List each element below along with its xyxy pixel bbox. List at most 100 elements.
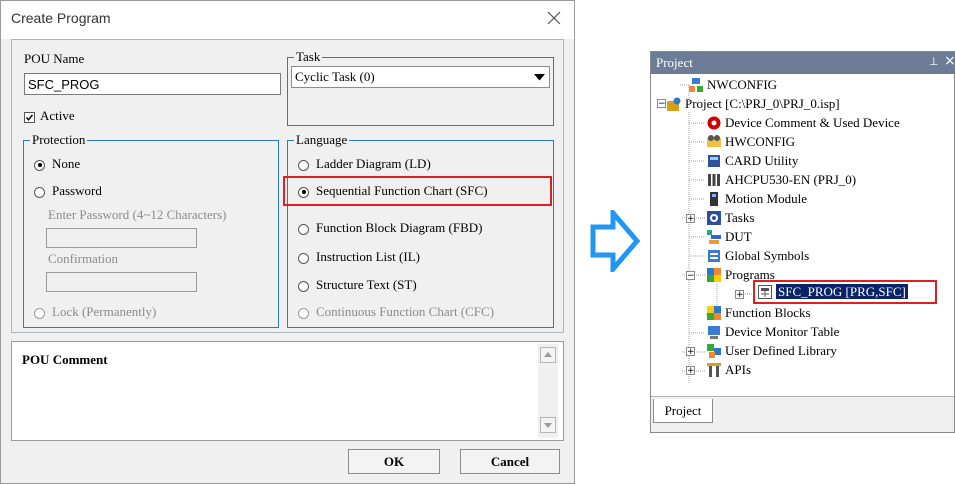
language-option-cfc[interactable]: Continuous Function Chart (CFC) bbox=[298, 304, 494, 320]
protection-lock-radio[interactable]: Lock (Permanently) bbox=[34, 304, 156, 320]
tasks-icon bbox=[707, 211, 721, 225]
project-tab[interactable]: Project bbox=[653, 399, 713, 423]
user-library-icon bbox=[707, 344, 721, 358]
tree-item-motion-module[interactable]: Motion Module bbox=[707, 190, 807, 208]
radio-selected-icon bbox=[34, 159, 45, 171]
protection-password-label: Password bbox=[52, 183, 102, 198]
tree-item-sfc-prog[interactable]: SFC_PROG [PRG,SFC] bbox=[758, 283, 908, 301]
function-blocks-icon bbox=[707, 306, 721, 320]
tree-item-dut[interactable]: DUT bbox=[707, 228, 752, 246]
ok-button[interactable]: OK bbox=[348, 449, 440, 474]
pou-comment-label: POU Comment bbox=[22, 352, 108, 367]
close-panel-icon[interactable]: × bbox=[944, 53, 955, 69]
protection-none-radio[interactable]: None bbox=[34, 156, 80, 172]
tree-item-device-comment[interactable]: Device Comment & Used Device bbox=[707, 114, 900, 132]
project-panel: Project ⊥ × − + − + + + NWCONFIG Project… bbox=[650, 51, 955, 433]
expand-apis-icon[interactable]: + bbox=[686, 366, 695, 376]
active-checkbox[interactable]: Active bbox=[24, 108, 75, 124]
create-program-dialog: Create Program POU Name Active Task Cycl… bbox=[0, 0, 575, 484]
language-group-label: Language bbox=[294, 132, 350, 148]
tree-item-user-library[interactable]: User Defined Library bbox=[707, 342, 837, 360]
pou-name-input[interactable] bbox=[24, 73, 281, 95]
comment-scrollbar[interactable] bbox=[538, 344, 558, 438]
expand-tasks-icon[interactable]: + bbox=[686, 214, 695, 224]
language-option-ld[interactable]: Ladder Diagram (LD) bbox=[298, 156, 431, 172]
tree-item-label-selected: SFC_PROG [PRG,SFC] bbox=[776, 284, 908, 299]
hardware-config-icon bbox=[707, 135, 721, 147]
tree-item-label: CARD Utility bbox=[725, 153, 799, 168]
tree-item-nwconfig[interactable]: NWCONFIG bbox=[689, 76, 777, 94]
dialog-title: Create Program bbox=[11, 10, 111, 26]
scroll-up-button[interactable] bbox=[540, 347, 556, 363]
project-panel-title: Project bbox=[656, 55, 693, 70]
programs-icon bbox=[707, 268, 721, 282]
collapse-project-icon[interactable]: − bbox=[657, 99, 666, 109]
tree-item-label: NWCONFIG bbox=[707, 77, 778, 92]
global-symbols-icon bbox=[708, 250, 720, 262]
scroll-up-icon bbox=[544, 352, 552, 357]
scroll-down-icon bbox=[544, 423, 552, 428]
confirmation-label: Confirmation bbox=[48, 251, 119, 266]
pin-icon[interactable]: ⊥ bbox=[929, 55, 939, 68]
chevron-down-icon bbox=[534, 74, 545, 81]
tree-item-global-symbols[interactable]: Global Symbols bbox=[707, 247, 809, 265]
tree-item-tasks[interactable]: Tasks bbox=[707, 209, 754, 227]
right-arrow-icon bbox=[590, 210, 640, 272]
tree-item-project[interactable]: Project [C:\PRJ_0\PRJ_0.isp] bbox=[667, 95, 840, 113]
tree-item-cpu[interactable]: AHCPU530-EN (PRJ_0) bbox=[707, 171, 856, 189]
language-option-label: Instruction List (IL) bbox=[316, 249, 420, 264]
sfc-highlight-box bbox=[283, 176, 552, 206]
language-option-label: Ladder Diagram (LD) bbox=[316, 156, 431, 171]
pou-comment-textarea[interactable]: POU Comment bbox=[11, 341, 564, 441]
sfc-program-icon bbox=[758, 285, 772, 299]
radio-icon bbox=[298, 223, 309, 235]
tree-item-device-monitor[interactable]: Device Monitor Table bbox=[707, 323, 839, 341]
tree-item-label: User Defined Library bbox=[725, 343, 837, 358]
device-monitor-icon bbox=[708, 326, 720, 339]
language-option-il[interactable]: Instruction List (IL) bbox=[298, 249, 420, 265]
motion-module-icon bbox=[710, 192, 718, 206]
language-option-st[interactable]: Structure Text (ST) bbox=[298, 277, 417, 293]
cancel-button[interactable]: Cancel bbox=[460, 449, 560, 474]
collapse-programs-icon[interactable]: − bbox=[686, 271, 695, 281]
expand-sfc-prog-icon[interactable]: + bbox=[735, 290, 744, 300]
dialog-titlebar: Create Program bbox=[1, 1, 574, 39]
language-option-label: Function Block Diagram (FBD) bbox=[316, 220, 483, 235]
tree-item-label: APIs bbox=[725, 362, 752, 377]
task-group: Task Cyclic Task (0) bbox=[287, 49, 554, 126]
language-group: Language Ladder Diagram (LD) Sequential … bbox=[283, 132, 554, 328]
scroll-down-button[interactable] bbox=[540, 417, 556, 433]
device-comment-icon bbox=[707, 116, 721, 130]
language-option-label: Continuous Function Chart (CFC) bbox=[316, 304, 495, 319]
card-utility-icon bbox=[708, 155, 720, 167]
tree-item-label: Project [C:\PRJ_0\PRJ_0.isp] bbox=[685, 96, 840, 111]
task-select[interactable]: Cyclic Task (0) bbox=[291, 66, 550, 88]
protection-group-label: Protection bbox=[30, 132, 88, 148]
radio-icon bbox=[298, 280, 309, 292]
close-icon[interactable] bbox=[543, 7, 565, 29]
network-config-icon bbox=[689, 78, 703, 92]
tree-item-apis[interactable]: APIs bbox=[707, 361, 751, 379]
tree-item-hwconfig[interactable]: HWCONFIG bbox=[707, 133, 795, 151]
task-group-label: Task bbox=[294, 49, 323, 65]
confirmation-input[interactable] bbox=[46, 272, 197, 292]
protection-password-radio[interactable]: Password bbox=[34, 183, 102, 199]
check-icon bbox=[24, 111, 35, 123]
radio-disabled-icon bbox=[298, 307, 309, 319]
tree-item-function-blocks[interactable]: Function Blocks bbox=[707, 304, 811, 322]
password-input[interactable] bbox=[46, 228, 197, 248]
pou-name-label: POU Name bbox=[24, 51, 85, 66]
active-label: Active bbox=[40, 108, 75, 123]
radio-icon bbox=[298, 252, 309, 264]
protection-lock-label: Lock (Permanently) bbox=[52, 304, 157, 319]
language-option-fbd[interactable]: Function Block Diagram (FBD) bbox=[298, 220, 482, 236]
tree-item-label: Global Symbols bbox=[725, 248, 810, 263]
enter-password-label: Enter Password (4~12 Characters) bbox=[48, 207, 227, 222]
cpu-icon bbox=[708, 174, 720, 186]
settings-panel: POU Name Active Task Cyclic Task (0) Pro… bbox=[11, 39, 564, 333]
expand-user-library-icon[interactable]: + bbox=[686, 347, 695, 357]
tree-item-label: Device Monitor Table bbox=[725, 324, 840, 339]
tree-item-label: AHCPU530-EN (PRJ_0) bbox=[725, 172, 857, 187]
tree-item-card-utility[interactable]: CARD Utility bbox=[707, 152, 798, 170]
radio-icon bbox=[34, 186, 45, 198]
